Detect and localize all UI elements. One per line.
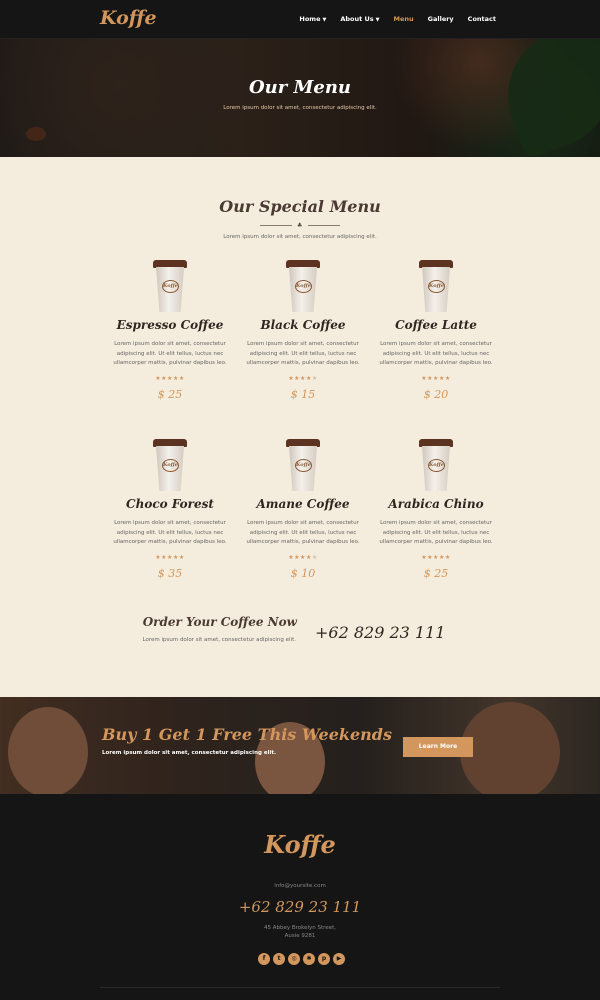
menu-item[interactable]: Koffe Coffee Latte Lorem ipsum dolor sit a… xyxy=(366,260,506,401)
coffee-cup-image: Koffe xyxy=(286,439,320,491)
coffee-cup-image: Koffe xyxy=(419,439,453,491)
star-icon: ★ xyxy=(178,553,185,561)
rating-stars: ★★★★★ xyxy=(366,375,506,382)
page-title: Our Menu xyxy=(248,77,352,98)
item-description: Lorem ipsum dolor sit amet, consectetur … xyxy=(113,520,227,545)
menu-item[interactable]: Koffe Arabica Chino Lorem ipsum dolor sit … xyxy=(366,439,506,580)
cup-logo: Koffe xyxy=(162,459,179,472)
section-title: Our Special Menu xyxy=(219,197,381,216)
coffee-cup-image: Koffe xyxy=(419,260,453,312)
chevron-down-icon: ▼ xyxy=(322,17,327,23)
item-name: Arabica Chino xyxy=(388,497,484,511)
cup-logo: Koffe xyxy=(295,280,312,293)
rating-stars: ★★★★★ xyxy=(100,375,240,382)
learn-more-button[interactable]: Learn More xyxy=(403,737,473,757)
nav-gallery[interactable]: Gallery xyxy=(428,15,454,23)
item-price: $ 25 xyxy=(157,387,183,401)
cup-logo: Koffe xyxy=(162,280,179,293)
nav-home-label: Home xyxy=(299,15,321,23)
order-subtitle: Lorem ipsum dolor sit amet, consectetur … xyxy=(142,637,297,643)
social-links: f t ◎ ✱ p ▶ xyxy=(258,953,345,965)
promo-title: Buy 1 Get 1 Free This Weekends xyxy=(102,725,392,744)
site-footer: Koffe info@yoursite.com +62 829 23 111 4… xyxy=(0,794,600,1000)
yelp-icon[interactable]: ✱ xyxy=(303,953,315,965)
divider-line xyxy=(260,225,292,226)
footer-address: 45 Abbey Brokelyn Street, Ausie 9281 xyxy=(0,924,600,940)
footer-logo[interactable]: Koffe xyxy=(0,830,600,859)
star-icon: ★ xyxy=(178,374,185,382)
footer-divider xyxy=(100,987,500,988)
logo[interactable]: Koffe xyxy=(100,7,157,29)
item-price: $ 25 xyxy=(423,566,449,580)
order-cta: Order Your Coffee Now Lorem ipsum dolor … xyxy=(143,615,460,655)
footer-phone[interactable]: +62 829 23 111 xyxy=(0,898,600,916)
footer-email[interactable]: info@yoursite.com xyxy=(0,883,600,889)
star-icon: ★ xyxy=(444,553,451,561)
star-icon: ★ xyxy=(311,553,318,561)
nav-contact[interactable]: Contact xyxy=(468,15,496,23)
coffee-cup-image: Koffe xyxy=(286,260,320,312)
rating-stars: ★★★★★ xyxy=(233,554,373,561)
section-subtitle: Lorem ipsum dolor sit amet, consectetur … xyxy=(223,234,377,240)
twitter-icon[interactable]: t xyxy=(273,953,285,965)
nav-about-label: About Us xyxy=(340,15,374,23)
youtube-icon[interactable]: ▶ xyxy=(333,953,345,965)
cup-logo: Koffe xyxy=(428,280,445,293)
item-description: Lorem ipsum dolor sit amet, consectetur … xyxy=(379,520,493,545)
main-nav: Home ▼ About Us ▼ Menu Gallery Contact xyxy=(299,15,496,23)
menu-item[interactable]: Koffe Choco Forest Lorem ipsum dolor sit a… xyxy=(100,439,240,580)
menu-item[interactable]: Koffe Amane Coffee Lorem ipsum dolor sit a… xyxy=(233,439,373,580)
instagram-icon[interactable]: ◎ xyxy=(288,953,300,965)
divider-line xyxy=(308,225,340,226)
item-price: $ 20 xyxy=(423,387,449,401)
section-divider: ♣ xyxy=(260,222,340,229)
menu-item[interactable]: Koffe Espresso Coffee Lorem ipsum dolor si… xyxy=(100,260,240,401)
facebook-icon[interactable]: f xyxy=(258,953,270,965)
hero-overlay xyxy=(0,39,600,157)
coffee-cup-image: Koffe xyxy=(153,260,187,312)
nav-about-us[interactable]: About Us ▼ xyxy=(340,15,379,23)
rating-stars: ★★★★★ xyxy=(100,554,240,561)
chevron-down-icon: ▼ xyxy=(375,17,380,23)
item-name: Amane Coffee xyxy=(256,497,350,511)
nav-menu[interactable]: Menu xyxy=(394,15,414,23)
item-name: Espresso Coffee xyxy=(116,318,224,332)
item-description: Lorem ipsum dolor sit amet, consectetur … xyxy=(246,520,360,545)
cup-logo: Koffe xyxy=(295,459,312,472)
item-price: $ 35 xyxy=(157,566,183,580)
item-description: Lorem ipsum dolor sit amet, consectetur … xyxy=(113,341,227,366)
leaf-icon: ♣ xyxy=(297,222,303,229)
address-line: Ausie 9281 xyxy=(284,933,316,939)
hero-banner: Our Menu Lorem ipsum dolor sit amet, con… xyxy=(0,39,600,157)
rating-stars: ★★★★★ xyxy=(233,375,373,382)
address-line: 45 Abbey Brokelyn Street, xyxy=(263,925,336,931)
pinterest-icon[interactable]: p xyxy=(318,953,330,965)
item-name: Coffee Latte xyxy=(395,318,477,332)
promo-overlay xyxy=(0,697,600,794)
item-price: $ 10 xyxy=(290,566,316,580)
menu-item[interactable]: Koffe Black Coffee Lorem ipsum dolor sit a… xyxy=(233,260,373,401)
order-phone[interactable]: +62 829 23 111 xyxy=(315,623,445,642)
item-name: Black Coffee xyxy=(260,318,346,332)
nav-home[interactable]: Home ▼ xyxy=(299,15,326,23)
star-icon: ★ xyxy=(311,374,318,382)
item-description: Lorem ipsum dolor sit amet, consectetur … xyxy=(379,341,493,366)
site-header: Koffe Home ▼ About Us ▼ Menu Gallery Conta… xyxy=(0,0,600,39)
rating-stars: ★★★★★ xyxy=(366,554,506,561)
coffee-cup-image: Koffe xyxy=(153,439,187,491)
item-price: $ 15 xyxy=(290,387,316,401)
promo-subtitle: Lorem ipsum dolor sit amet, consectetur … xyxy=(102,750,277,756)
hero-subtitle: Lorem ipsum dolor sit amet, consectetur … xyxy=(223,105,377,111)
order-title: Order Your Coffee Now xyxy=(142,615,297,629)
item-description: Lorem ipsum dolor sit amet, consectetur … xyxy=(246,341,360,366)
menu-section: Our Special Menu ♣ Lorem ipsum dolor sit… xyxy=(0,157,600,697)
cup-logo: Koffe xyxy=(428,459,445,472)
item-name: Choco Forest xyxy=(126,497,214,511)
star-icon: ★ xyxy=(444,374,451,382)
promo-banner: Buy 1 Get 1 Free This Weekends Lorem ips… xyxy=(0,697,600,794)
